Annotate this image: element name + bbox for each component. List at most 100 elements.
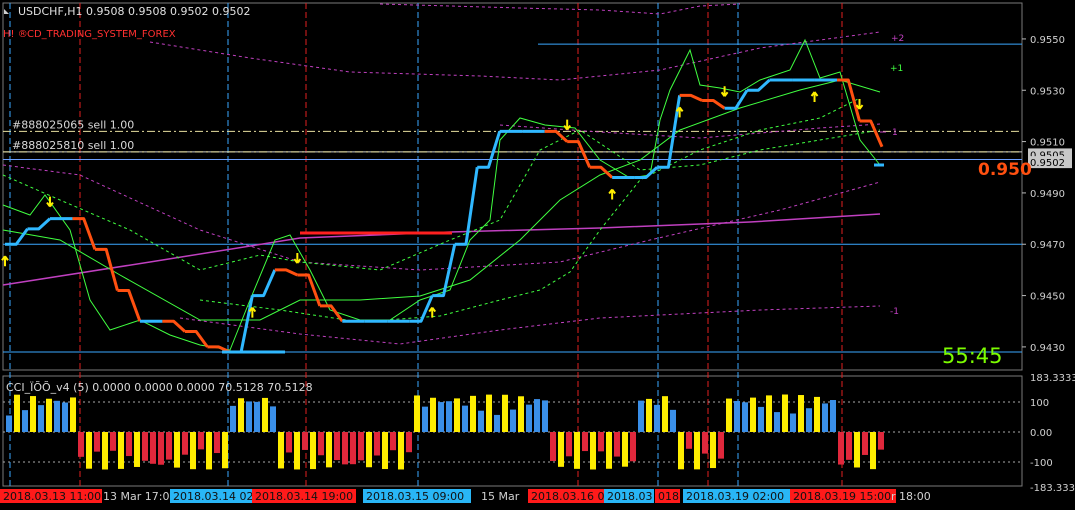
band-label: +2 (891, 34, 904, 44)
time-label: 13 Mar 17:00 (103, 490, 176, 503)
down-arrow-icon (855, 99, 864, 110)
oscillator-bar (542, 400, 548, 432)
oscillator-bar (806, 408, 812, 432)
signal-line (2, 129, 881, 271)
oscillator-bar (478, 410, 484, 432)
osc-axis-label: -183.3333 (1030, 483, 1075, 494)
up-arrow-icon (810, 91, 819, 102)
oscillator-bar (158, 432, 164, 465)
oscillator-bar (398, 432, 404, 470)
oscillator-title: CCI_ÏÕÕ_v4 (5) 0.0000 0.0000 0.0000 70.5… (6, 381, 313, 394)
oscillator-bar (262, 397, 268, 432)
oscillator-bar (126, 432, 132, 457)
oscillator-bar (790, 413, 796, 432)
trend-segment (702, 99, 726, 110)
oscillator-bar (86, 432, 92, 469)
oscillator-bar (310, 432, 316, 470)
oscillator-bar (702, 432, 708, 454)
oscillator-bar (374, 432, 380, 456)
trend-segment (589, 165, 614, 179)
indicator-prefix: H! ® (3, 29, 28, 40)
oscillator-bar (726, 398, 732, 432)
trend-segment (544, 129, 569, 143)
price-tick: 0.9502 (1030, 158, 1065, 169)
oscillator-bar (118, 432, 124, 469)
trend-segment (184, 330, 209, 348)
envelope-curve (179, 305, 881, 345)
trend-segment (679, 93, 703, 102)
trend-segment (117, 288, 142, 322)
time-label: 2018.03.19 15:00 (793, 490, 891, 503)
osc-axis-label: 0.00 (1030, 428, 1052, 439)
oscillator-bar (390, 432, 396, 451)
down-arrow-icon (46, 196, 54, 208)
oscillator-bar (238, 398, 244, 432)
oscillator-bar (462, 405, 468, 432)
oscillator-bar (30, 396, 36, 432)
oscillator-bar (382, 432, 388, 470)
oscillator-bar (662, 396, 668, 432)
oscillator-bar (566, 432, 572, 457)
oscillator-bar (190, 432, 196, 470)
time-label: 2018.03.19 02:00 (686, 490, 784, 503)
oscillator-bar (870, 432, 876, 470)
oscillator-bar (830, 400, 836, 432)
oscillator-bar (422, 406, 428, 432)
oscillator-bar (710, 432, 716, 469)
oscillator-bar (22, 410, 28, 432)
up-arrow-icon (608, 188, 616, 200)
trend-segment (454, 167, 479, 246)
price-tick: 0.9550 (1030, 35, 1065, 46)
oscillator-bar (518, 396, 524, 432)
oscillator-bar (670, 409, 676, 432)
price-tick: 0.9430 (1030, 343, 1065, 354)
oscillator-bar (302, 432, 308, 450)
down-arrow-icon (563, 119, 571, 131)
oscillator-bar (270, 406, 276, 432)
oscillator-bar (694, 432, 700, 470)
oscillator-bar (774, 412, 780, 432)
trend-segment (27, 217, 51, 231)
oscillator-bar (574, 432, 580, 469)
oscillator-bar (758, 406, 764, 432)
trend-segment (72, 217, 97, 250)
oscillator-bar (174, 432, 180, 468)
osc-axis-label: 183.3333 (1030, 373, 1075, 384)
oscillator-bar (38, 405, 44, 432)
trend-segment (319, 304, 344, 323)
oscillator-bar (846, 432, 852, 460)
oscillator-bar (46, 398, 52, 432)
oscillator-bar (638, 400, 644, 432)
trend-segment (252, 269, 277, 298)
down-arrow-icon (720, 86, 729, 97)
oscillator-bar (286, 432, 292, 453)
oscillator-bar (70, 397, 76, 432)
oscillator-bar (14, 394, 20, 432)
oscillator-bar (326, 432, 332, 468)
oscillator-bar (742, 402, 748, 432)
oscillator-bar (206, 432, 212, 470)
oscillator-bar (822, 403, 828, 432)
envelope-curve (149, 31, 881, 81)
oscillator-bar (430, 397, 436, 432)
chart-canvas[interactable]: +2 +1 -1 1 USDCHF,H1 0.9508 0.9508 0.9502 0.… (0, 0, 1075, 510)
oscillator-bar (814, 396, 820, 432)
oscillator-bar (838, 432, 844, 465)
oscillator-bar (614, 432, 620, 457)
trend-segment (567, 140, 592, 168)
oscillator-bar (750, 397, 756, 432)
time-label: 018 (658, 490, 679, 503)
symbol-dropdown-icon[interactable] (4, 9, 9, 14)
oscillator-bar (414, 395, 420, 432)
oscillator-bar (606, 432, 612, 469)
oscillator-bar (718, 432, 724, 459)
oscillator-bar (590, 432, 596, 470)
oscillator-bar (798, 395, 804, 432)
oscillator-bar (294, 432, 300, 470)
oscillator-bar (358, 432, 364, 461)
oscillator-bar (598, 432, 604, 452)
down-arrow-icon (293, 253, 302, 264)
oscillator-bar (622, 432, 628, 467)
oscillator-bar (110, 432, 116, 451)
oscillator-bar (54, 400, 60, 432)
